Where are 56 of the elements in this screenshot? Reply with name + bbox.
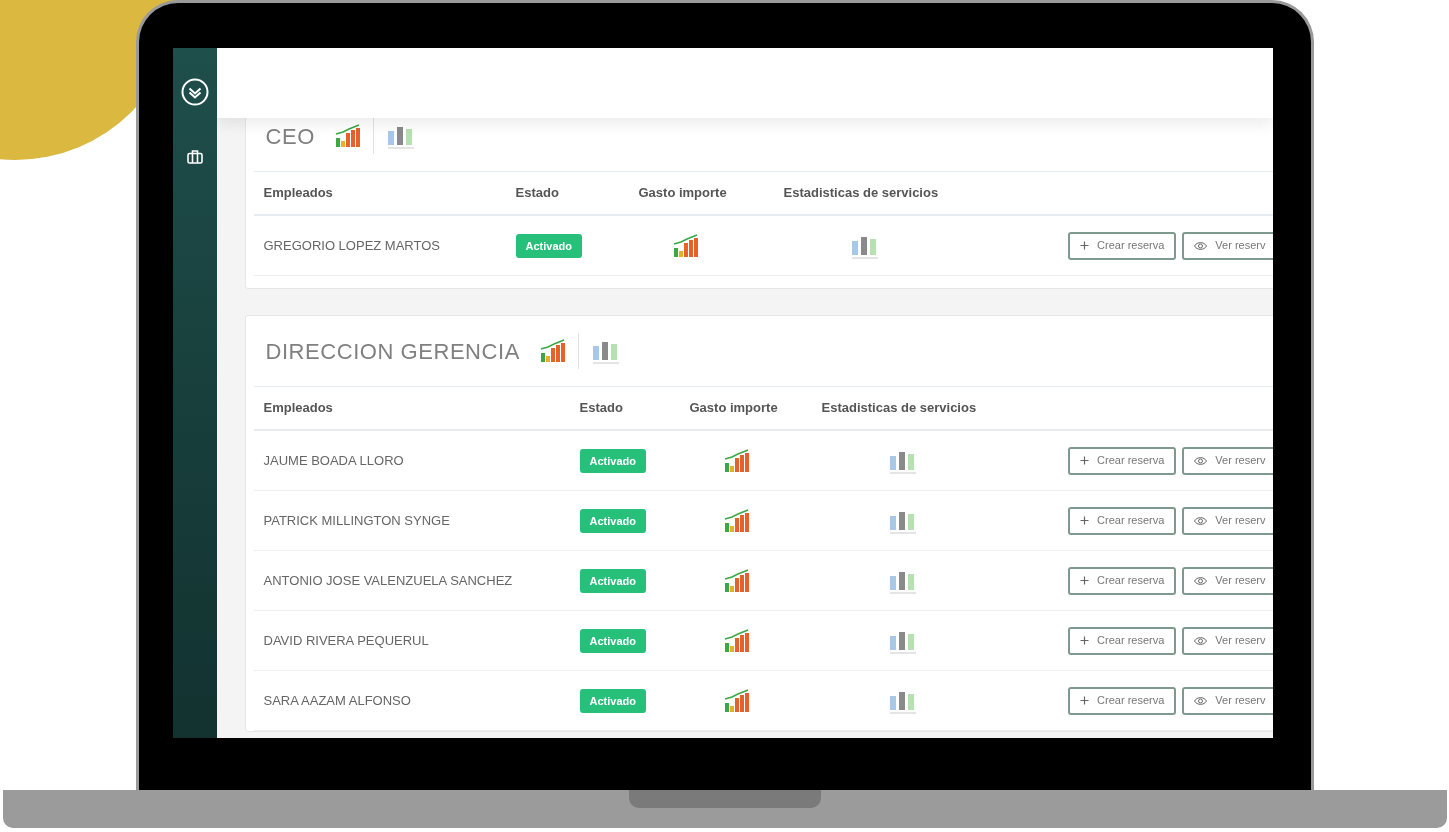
view-booking-button[interactable]: Ver reserv (1182, 231, 1273, 260)
status-badge: Activado (579, 568, 646, 594)
view-booking-button[interactable]: Ver reserv (1182, 506, 1273, 535)
eye-icon (1194, 455, 1208, 466)
plus-icon (1080, 456, 1090, 465)
status-badge: Activado (579, 628, 646, 654)
view-booking-button[interactable]: Ver reserv (1182, 446, 1273, 475)
bar-chart-icon[interactable] (723, 508, 750, 533)
column-header: Gasto importe (689, 399, 779, 418)
view-booking-button[interactable]: Ver reserv (1182, 686, 1273, 715)
chevron-down-icon[interactable] (180, 78, 209, 106)
employee-name: JAUME BOADA LLORO (263, 451, 405, 470)
eye-icon (1194, 575, 1208, 586)
create-booking-button[interactable]: Crear reserva (1068, 446, 1177, 475)
section-title: CEO (265, 122, 315, 151)
briefcase-icon[interactable] (186, 150, 203, 164)
plus-icon (1080, 516, 1090, 525)
plus-icon (1080, 576, 1090, 585)
employee-name: ANTONIO JOSE VALENZUELA SANCHEZ (263, 571, 514, 590)
column-header: Estadisticas de servicios (783, 184, 940, 203)
employee-name: DAVID RIVERA PEQUERUL (263, 631, 430, 650)
create-booking-button[interactable]: Crear reserva (1068, 686, 1177, 715)
column-header: Estado (579, 399, 624, 418)
view-booking-button[interactable]: Ver reserv (1182, 566, 1273, 595)
column-header: Empleados (263, 184, 334, 203)
status-badge: Activado (579, 508, 646, 534)
eye-icon (1194, 240, 1208, 251)
status-badge: Activado (515, 233, 582, 259)
eye-icon (1194, 635, 1208, 646)
bar-chart-icon[interactable] (723, 688, 750, 713)
employee-name: GREGORIO LOPEZ MARTOS (263, 236, 441, 255)
bar-chart-icon[interactable] (539, 339, 566, 363)
employee-name: PATRICK MILLINGTON SYNGE (263, 511, 451, 530)
bar-chart-icon[interactable] (672, 233, 699, 258)
bar-chart-icon[interactable] (723, 628, 750, 653)
create-booking-button[interactable]: Crear reserva (1068, 626, 1177, 655)
plus-icon (1080, 241, 1090, 250)
eye-icon (1194, 515, 1208, 526)
status-badge: Activado (579, 448, 646, 474)
column-header: Empleados (263, 399, 334, 418)
column-header: Estado (515, 184, 560, 203)
employee-name: SARA AAZAM ALFONSO (263, 691, 412, 710)
view-booking-button[interactable]: Ver reserv (1182, 626, 1273, 655)
bar-chart-icon[interactable] (723, 568, 750, 593)
eye-icon (1194, 695, 1208, 706)
create-booking-button[interactable]: Crear reserva (1068, 566, 1177, 595)
column-header: Estadisticas de servicios (821, 399, 978, 418)
create-booking-button[interactable]: Crear reserva (1068, 506, 1177, 535)
section-title: DIRECCION GERENCIA (265, 337, 520, 366)
bar-chart-icon[interactable] (723, 448, 750, 473)
bar-chart-icon[interactable] (334, 124, 361, 148)
plus-icon (1080, 636, 1090, 645)
create-booking-button[interactable]: Crear reserva (1068, 231, 1177, 260)
status-badge: Activado (579, 688, 646, 714)
column-header: Gasto importe (638, 184, 728, 203)
plus-icon (1080, 696, 1090, 705)
